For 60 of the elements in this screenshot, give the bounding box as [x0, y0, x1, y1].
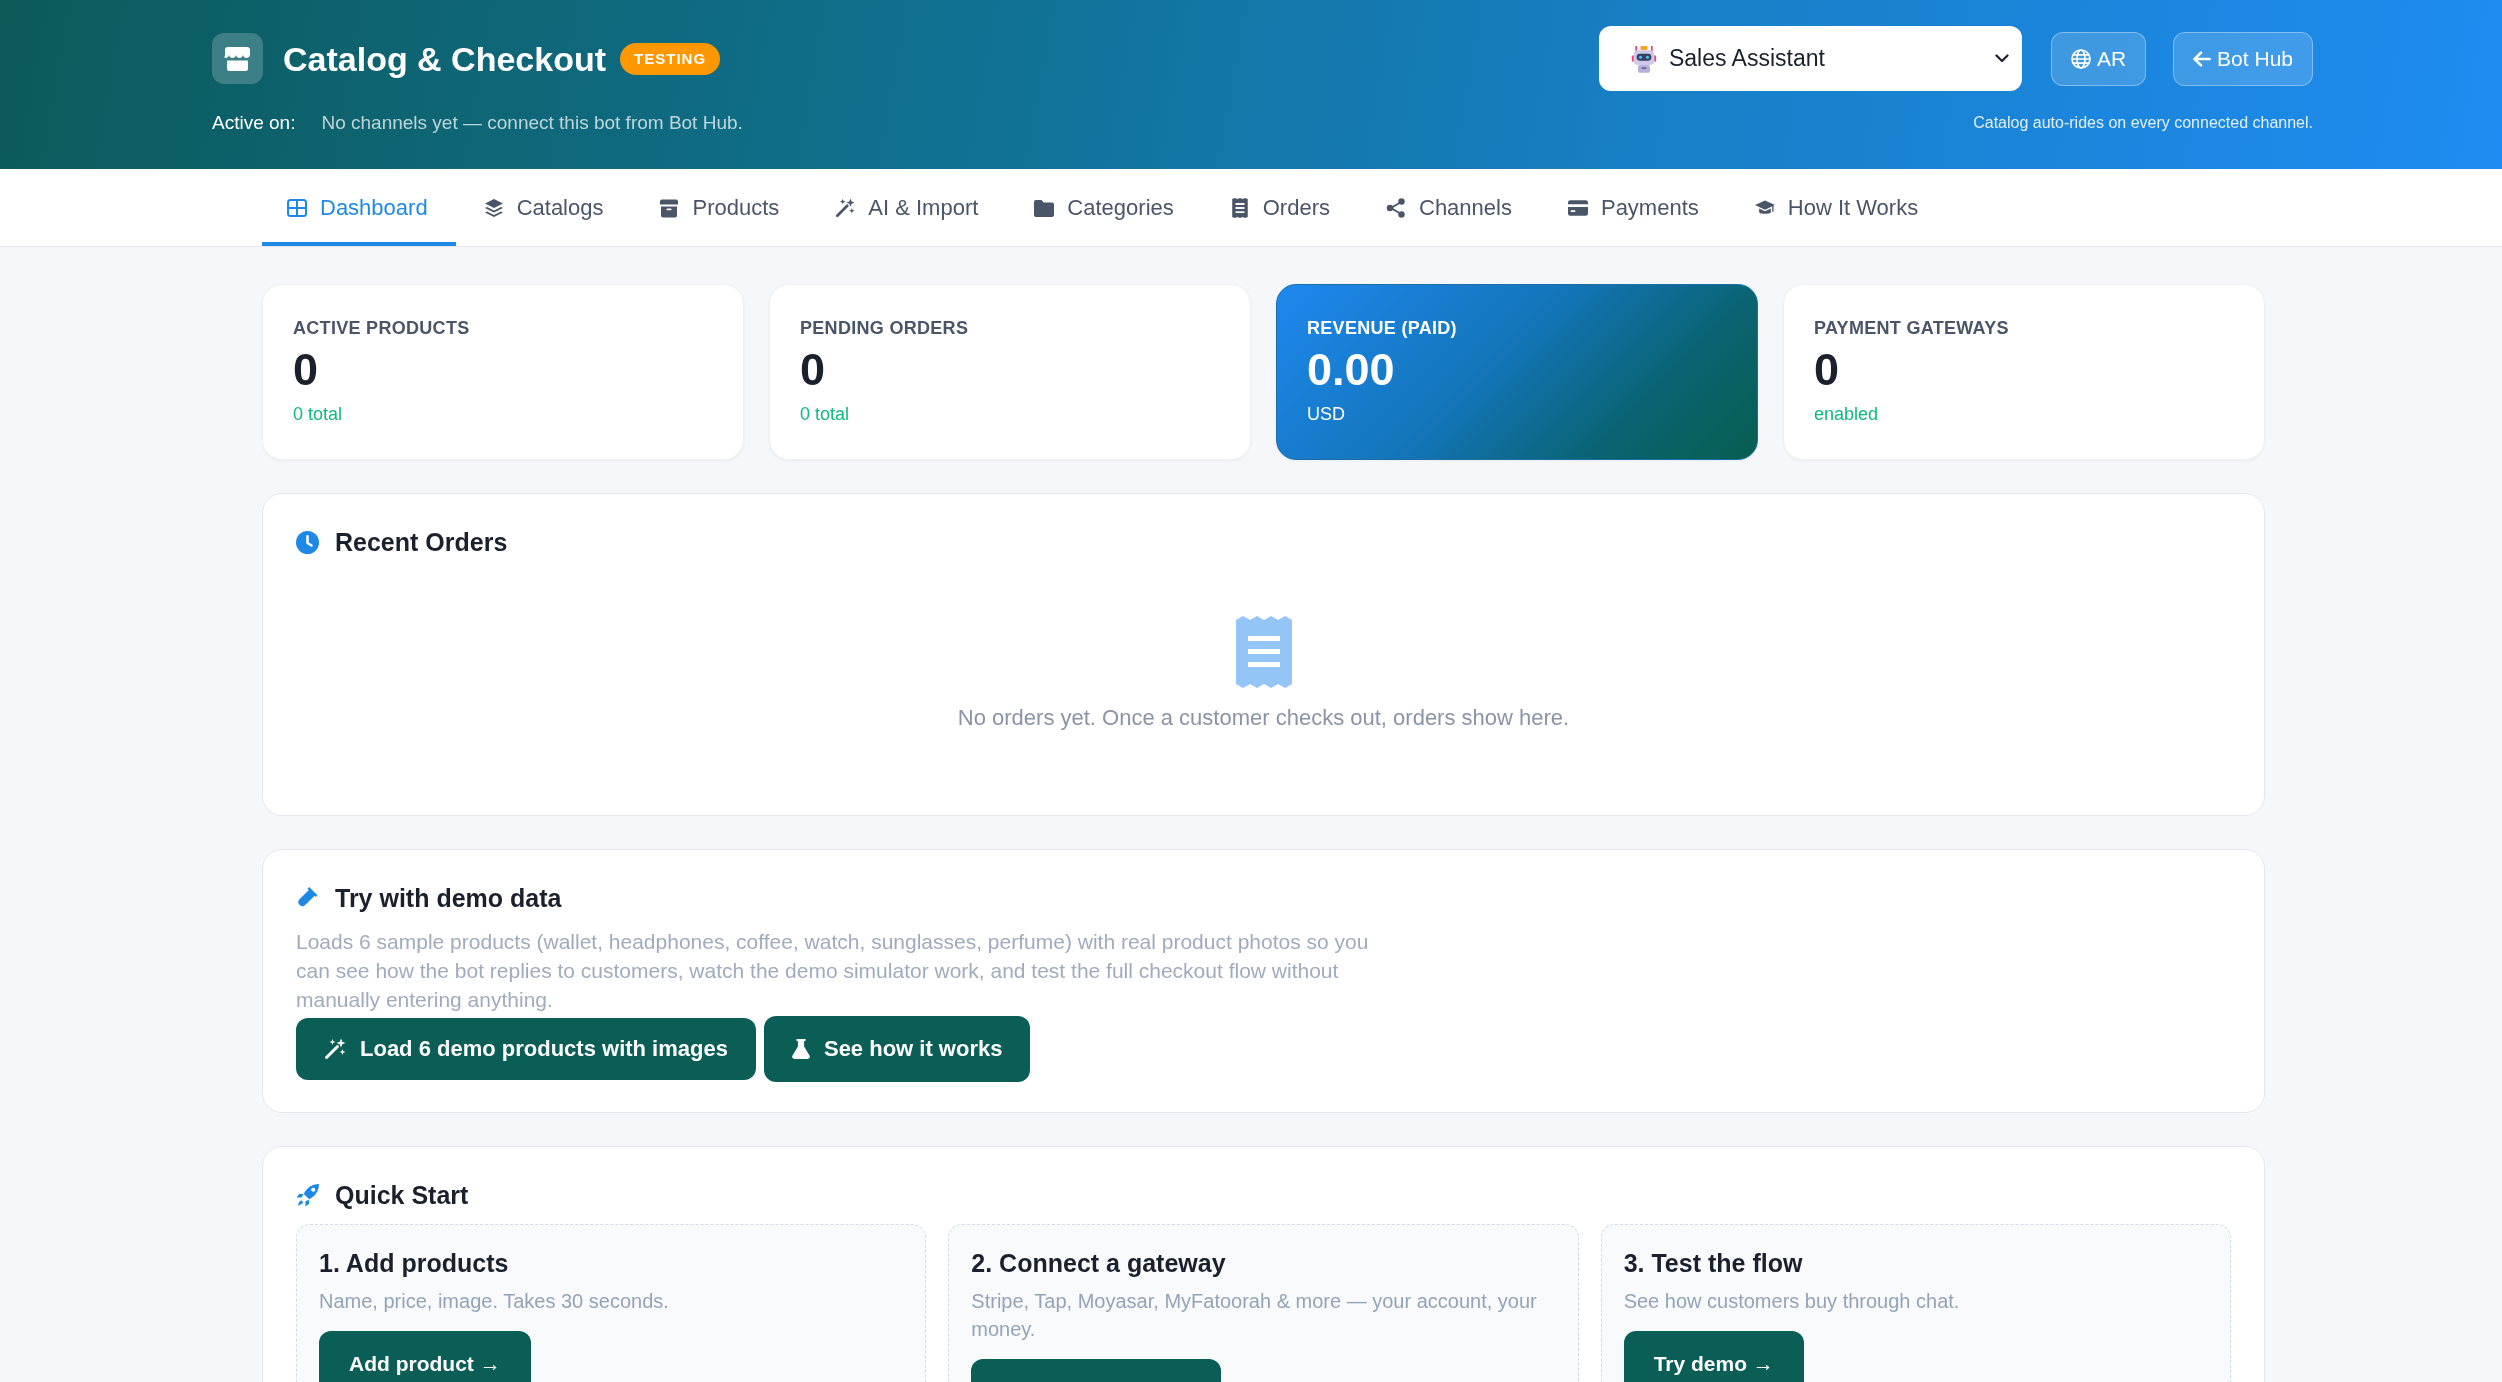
stat-value: 0: [293, 344, 320, 396]
step-title: 2. Connect a gateway: [971, 1248, 1227, 1279]
nav-tab[interactable]: Channels: [1358, 169, 1540, 246]
demo-description: Loads 6 sample products (wallet, headphones, coffee, watch, sunglasses, perfume) with real product photos so you can see how the bot replies to customers, watch the demo simulator work, and test the full checkout flow without manually entering anything.: [296, 929, 1370, 1013]
empty-state-text: No orders yet. Once a customer checks out, orders show here.: [957, 704, 1570, 732]
header-note: Catalog auto-rides on every connected channel.: [1973, 113, 2313, 133]
step-description: Name, price, image. Takes 30 seconds.: [319, 1289, 670, 1314]
step-description: See how customers buy through chat.: [1623, 1289, 1961, 1314]
active-on-value: No channels yet — connect this bot from Bot Hub.: [321, 111, 743, 135]
arrow-left-icon: [2193, 50, 2212, 67]
nav-tab[interactable]: How It Works: [1726, 169, 1947, 246]
page-title: Catalog & Checkout: [283, 38, 607, 79]
stat-value: 0: [800, 344, 827, 396]
globe-icon: [2070, 48, 2091, 69]
credit-card-icon: [1567, 197, 1588, 218]
receipt-icon: [1235, 616, 1292, 688]
nav-tab[interactable]: Categories: [1006, 169, 1202, 246]
step-title: 1. Add products: [319, 1248, 510, 1279]
nav-tab[interactable]: Products: [631, 169, 808, 246]
stat-caption: enabled: [1814, 403, 1880, 425]
stat-value: 0.00: [1307, 344, 1396, 396]
section-title: Quick Start: [335, 1180, 469, 1210]
layers-icon: [483, 197, 504, 218]
section-title: Recent Orders: [335, 527, 508, 557]
stat-label: ACTIVE PRODUCTS: [293, 317, 471, 339]
stat-label: PAYMENT GATEWAYS: [1814, 317, 2010, 339]
stat-value: 0: [1814, 344, 1841, 396]
grid-icon: [287, 197, 307, 218]
magic-wand-icon: [324, 1038, 346, 1060]
step-title: 3. Test the flow: [1623, 1248, 1804, 1279]
robot-icon: [1630, 44, 1657, 73]
step-button[interactable]: Add product →: [319, 1331, 531, 1382]
nav-tab[interactable]: Orders: [1201, 169, 1358, 246]
chevron-down-icon: [1994, 54, 2009, 63]
stat-caption: 0 total: [800, 403, 851, 425]
status-badge: TESTING: [620, 42, 721, 75]
section-title: Try with demo data: [335, 883, 562, 913]
see-how-button[interactable]: See how it works: [763, 1016, 1031, 1082]
box-icon: [659, 197, 680, 218]
step-button[interactable]: Try demo →: [1623, 1331, 1804, 1382]
stat-caption: 0 total: [293, 403, 344, 425]
nav-tab[interactable]: Payments: [1539, 169, 1727, 246]
stat-label: PENDING ORDERS: [800, 317, 970, 339]
nav-tab[interactable]: Catalogs: [455, 169, 632, 246]
stat-label: REVENUE (PAID): [1307, 317, 1458, 339]
clock-icon: [296, 530, 319, 554]
share-icon: [1386, 197, 1406, 218]
flask-icon: [791, 1039, 810, 1059]
step-description: Stripe, Tap, Moyasar, MyFatoorah & more — your account, your money.: [971, 1289, 1538, 1342]
bot-select[interactable]: Sales Assistant: [1598, 26, 2022, 91]
magic-wand-icon: [835, 197, 856, 218]
stat-caption: USD: [1307, 403, 1346, 425]
folder-icon: [1034, 197, 1055, 218]
receipt-icon: [1229, 197, 1250, 218]
load-demo-button[interactable]: Load 6 demo products with images: [296, 1018, 756, 1080]
rocket-icon: [296, 1183, 319, 1207]
nav-tab[interactable]: Dashboard: [262, 169, 456, 246]
nav-tab[interactable]: AI & Import: [807, 169, 1007, 246]
active-on-label: Active on:: [212, 111, 296, 135]
store-icon: [212, 33, 263, 84]
